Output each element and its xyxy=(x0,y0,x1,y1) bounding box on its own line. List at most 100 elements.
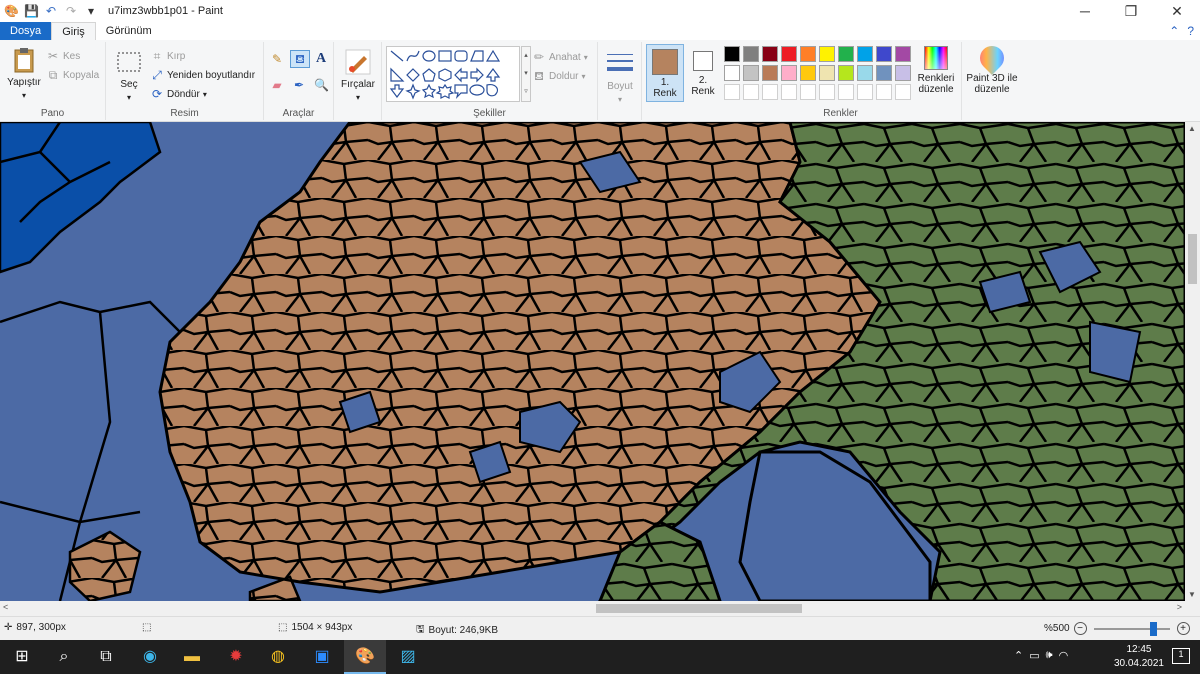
paint3d-button[interactable]: Paint 3D ile düzenle xyxy=(964,41,1020,95)
battery-icon[interactable]: ▭ xyxy=(1029,649,1039,662)
select-button[interactable]: Seç ▾ xyxy=(110,48,148,102)
palette-empty-swatch[interactable] xyxy=(724,84,740,100)
save-icon[interactable]: 💾 xyxy=(24,4,39,18)
palette-empty-swatch[interactable] xyxy=(838,84,854,100)
palette-empty-swatch[interactable] xyxy=(819,84,835,100)
scroll-right-icon[interactable]: > xyxy=(1177,602,1182,612)
palette-empty-swatch[interactable] xyxy=(781,84,797,100)
scroll-left-icon[interactable]: < xyxy=(3,602,8,612)
shapes-gallery[interactable] xyxy=(386,46,520,102)
horizontal-scrollbar[interactable]: < > xyxy=(0,601,1200,616)
cut-button[interactable]: ✂ Kes xyxy=(46,49,80,63)
palette-color-swatch[interactable] xyxy=(800,46,816,62)
system-clock[interactable]: 12:45 30.04.2021 xyxy=(1114,643,1164,671)
zoom-out-icon[interactable]: − xyxy=(1073,622,1087,635)
vertical-scrollbar[interactable]: ▲ ▼ xyxy=(1185,122,1200,601)
palette-color-swatch[interactable] xyxy=(895,65,911,81)
palette-color-swatch[interactable] xyxy=(743,46,759,62)
palette-color-swatch[interactable] xyxy=(781,46,797,62)
eraser-tool[interactable]: ▰ xyxy=(270,78,284,92)
notifications-button[interactable]: 1 xyxy=(1172,648,1190,664)
palette-color-swatch[interactable] xyxy=(762,65,778,81)
palette-color-swatch[interactable] xyxy=(762,46,778,62)
tab-file[interactable]: Dosya xyxy=(0,22,52,40)
edit-colors-button[interactable]: Renkleri düzenle xyxy=(916,46,956,95)
palette-color-swatch[interactable] xyxy=(876,46,892,62)
maximize-button[interactable]: ❐ xyxy=(1108,0,1154,22)
status-bar: ✛ 897, 300px ⬚ ⬚ 1504 × 943px 🖫 Boyut: 2… xyxy=(0,616,1200,640)
color-picker-tool[interactable]: ✒ xyxy=(292,78,306,92)
palette-empty-swatch[interactable] xyxy=(800,84,816,100)
palette-empty-swatch[interactable] xyxy=(876,84,892,100)
help-icon[interactable]: ? xyxy=(1187,24,1194,38)
shapes-scroll[interactable]: ▴ ▾ ▿ xyxy=(521,46,531,102)
photos-app-icon[interactable]: ▨ xyxy=(396,645,420,669)
start-button-icon[interactable]: ⊞ xyxy=(10,645,34,669)
brush-icon xyxy=(345,49,371,75)
zoom-in-icon[interactable]: + xyxy=(1176,622,1190,635)
palette-empty-swatch[interactable] xyxy=(762,84,778,100)
chrome-icon[interactable]: ◍ xyxy=(266,645,290,669)
copy-button[interactable]: ⧉ Kopyala xyxy=(46,68,99,82)
brushes-button[interactable]: Fırçalar ▾ xyxy=(338,48,378,102)
redo-icon[interactable]: ↷ xyxy=(64,4,78,18)
fill-button[interactable]: ⛾ Doldur ▾ xyxy=(532,69,585,83)
palette-color-swatch[interactable] xyxy=(724,65,740,81)
task-view-icon[interactable]: ⧉ xyxy=(94,645,118,669)
edge-browser-icon[interactable]: ◉ xyxy=(138,645,162,669)
paint-app-icon[interactable]: 🎨 xyxy=(4,4,19,18)
minimize-button[interactable]: ─ xyxy=(1062,0,1108,22)
customize-toolbar-icon[interactable]: ▾ xyxy=(84,4,98,18)
palette-color-swatch[interactable] xyxy=(743,65,759,81)
palette-color-swatch[interactable] xyxy=(876,65,892,81)
drawing-canvas[interactable] xyxy=(0,122,1185,601)
palette-color-swatch[interactable] xyxy=(895,46,911,62)
resize-button[interactable]: ⤢ Yeniden boyutlandır xyxy=(150,68,255,82)
zoom-slider-thumb[interactable] xyxy=(1149,621,1157,636)
game-app-icon[interactable]: ✹ xyxy=(224,645,248,669)
file-explorer-icon[interactable]: ▬ xyxy=(180,645,204,669)
palette-color-swatch[interactable] xyxy=(838,65,854,81)
pencil-tool[interactable]: ✎ xyxy=(270,52,284,66)
palette-color-swatch[interactable] xyxy=(819,65,835,81)
horizontal-scroll-thumb[interactable] xyxy=(596,604,802,613)
paste-button[interactable]: Yapıştır ▾ xyxy=(4,46,44,100)
palette-color-swatch[interactable] xyxy=(857,65,873,81)
quick-access-toolbar: 🎨 💾 ↶ ↷ ▾ xyxy=(0,4,98,18)
magnifier-tool[interactable]: 🔍 xyxy=(314,78,329,92)
zoom-slider[interactable] xyxy=(1093,621,1170,636)
paint-taskbar-active[interactable]: 🎨 xyxy=(344,640,386,674)
vertical-scroll-thumb[interactable] xyxy=(1188,234,1197,284)
fill-tool[interactable]: ⛾ xyxy=(290,50,310,68)
scroll-up-icon[interactable]: ▲ xyxy=(1188,124,1196,133)
search-icon[interactable]: ⌕ xyxy=(52,645,76,669)
palette-color-swatch[interactable] xyxy=(838,46,854,62)
undo-icon[interactable]: ↶ xyxy=(44,4,58,18)
palette-empty-swatch[interactable] xyxy=(857,84,873,100)
palette-empty-swatch[interactable] xyxy=(895,84,911,100)
volume-icon[interactable]: 🕪 xyxy=(1046,649,1053,662)
outline-button[interactable]: ✏ Anahat ▾ xyxy=(532,50,588,64)
palette-color-swatch[interactable] xyxy=(800,65,816,81)
resize-icon: ⤢ xyxy=(152,68,162,82)
palette-empty-swatch[interactable] xyxy=(743,84,759,100)
collapse-ribbon-icon[interactable]: ⌃ xyxy=(1169,24,1179,38)
palette-color-swatch[interactable] xyxy=(781,65,797,81)
rotate-button[interactable]: ⟳ Döndür ▾ xyxy=(150,87,207,101)
text-tool[interactable]: A xyxy=(314,52,328,66)
scroll-down-icon[interactable]: ▼ xyxy=(1188,590,1196,599)
zoom-app-icon[interactable]: ▣ xyxy=(310,645,334,669)
size-button[interactable]: Boyut ▾ xyxy=(604,48,636,104)
palette-color-swatch[interactable] xyxy=(857,46,873,62)
show-hidden-icons-icon[interactable]: ⌃ xyxy=(1014,649,1023,662)
tab-view[interactable]: Görünüm xyxy=(96,22,162,40)
color1-button[interactable]: 1. Renk xyxy=(646,44,684,102)
close-button[interactable]: ✕ xyxy=(1154,0,1200,22)
wifi-icon[interactable]: ◠ xyxy=(1059,649,1069,662)
tab-home[interactable]: Giriş xyxy=(51,22,96,40)
color2-button[interactable]: 2. Renk xyxy=(686,44,720,102)
palette-color-swatch[interactable] xyxy=(724,46,740,62)
palette-color-swatch[interactable] xyxy=(819,46,835,62)
crop-button[interactable]: ⌗ Kırp xyxy=(150,49,186,63)
group-label-colors: Renkler xyxy=(823,108,858,119)
